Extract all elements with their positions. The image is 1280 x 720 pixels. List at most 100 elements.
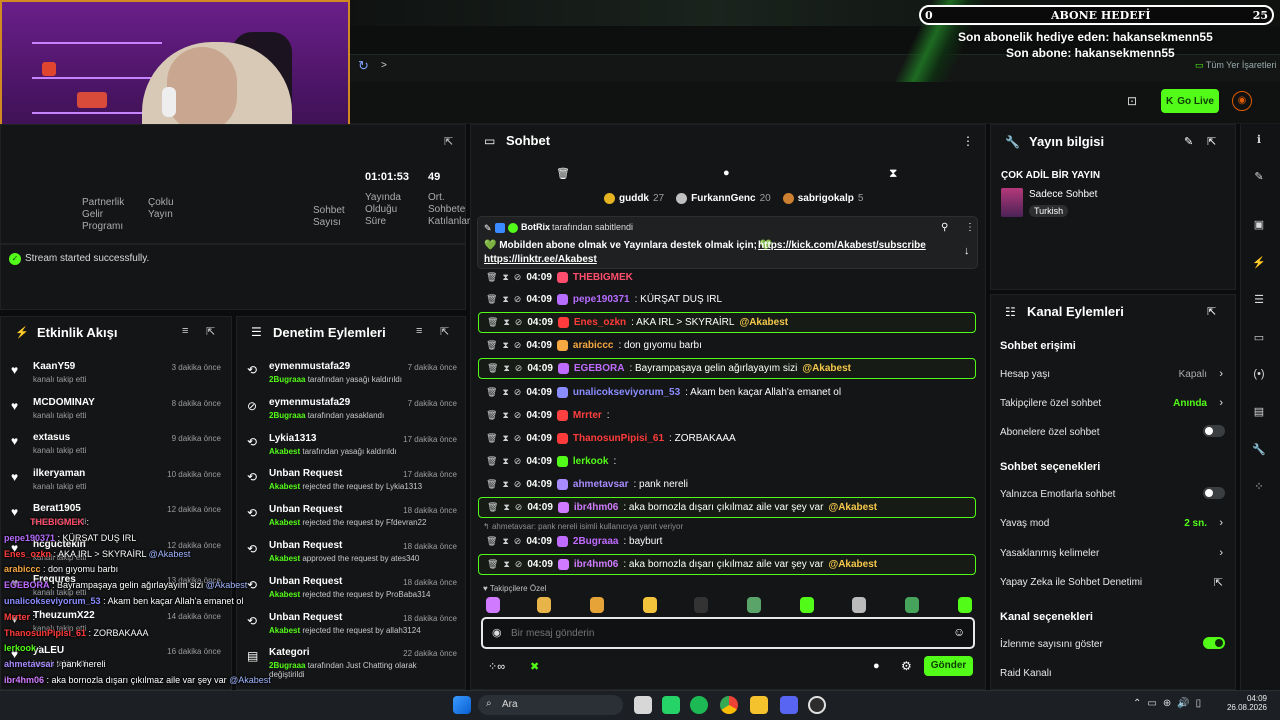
ban-icon[interactable]: ⊘: [514, 340, 522, 351]
chat-message[interactable]: 🗑 ⧗ ⊘ 04:09 ahmetavsar: pank nereli: [478, 474, 976, 495]
whatsapp-icon[interactable]: [662, 696, 680, 714]
ban-icon[interactable]: ⊘: [514, 536, 522, 547]
info-icon[interactable]: ℹ: [1250, 133, 1268, 151]
chevron-right-icon[interactable]: >: [381, 60, 387, 71]
trash-icon[interactable]: 🗑: [486, 456, 497, 467]
pencil-icon[interactable]: ✎: [1250, 170, 1268, 188]
emote-only-setting[interactable]: Yalnızca Emotlarla sohbet: [1000, 487, 1225, 500]
trash-icon[interactable]: 🗑: [486, 340, 497, 351]
viewer-count-toggle[interactable]: [1203, 637, 1225, 649]
popout-icon[interactable]: ⇱: [1207, 135, 1216, 148]
list-item[interactable]: ⟲ Unban Request Akabest rejected the reque…: [237, 612, 467, 648]
timeout-icon[interactable]: ⧗: [502, 479, 508, 490]
panel-icon[interactable]: ▤: [1250, 405, 1268, 423]
list-item[interactable]: ⟲ Lykia1313 Akabest tarafından yasağı kald…: [237, 433, 467, 469]
pinned-message[interactable]: ✎ BotRix tarafından sabitlendi ⚲ ⋮ 💚 Mob…: [477, 216, 978, 269]
ban-icon[interactable]: ⊘: [515, 317, 523, 328]
list-item[interactable]: ⟲ Unban Request Akabest rejected the reque…: [237, 468, 467, 504]
dots-icon[interactable]: ⁘: [1250, 480, 1268, 498]
discord-icon[interactable]: [780, 696, 798, 714]
ban-icon[interactable]: ⊘: [515, 502, 523, 513]
app-icon[interactable]: [808, 696, 826, 714]
ban-icon[interactable]: ⊘: [514, 294, 522, 305]
timeout-icon[interactable]: ⧗: [502, 294, 508, 305]
avatar[interactable]: ◉: [1232, 91, 1252, 111]
emote-icon[interactable]: [800, 597, 814, 613]
hourglass-icon[interactable]: ⧗: [889, 166, 897, 181]
bolt-icon[interactable]: ⚡: [1250, 256, 1268, 274]
task-view-icon[interactable]: [634, 696, 652, 714]
trash-icon[interactable]: 🗑: [486, 479, 497, 490]
chat-message[interactable]: 🗑 ⧗ ⊘ 04:09 ibr4hm06: aka bornozla dışarı çı…: [478, 554, 976, 575]
emote-icon[interactable]: [537, 597, 551, 613]
list-item[interactable]: ♥ KaanY59 kanalı takip etti 3 dakika önce: [1, 361, 231, 397]
banned-words-setting[interactable]: Yasaklanmış kelimeler ›: [1000, 547, 1225, 559]
timeout-icon[interactable]: ⧗: [502, 433, 508, 444]
more-icon[interactable]: ⋮: [962, 134, 974, 148]
popout-icon[interactable]: ⇱: [1207, 305, 1216, 318]
broadcast-icon[interactable]: (•): [1250, 368, 1268, 386]
pinned-link-linktree[interactable]: https://linktr.ee/Akabest: [484, 254, 597, 265]
kick-emote-icon[interactable]: ✖: [530, 660, 539, 673]
infinity-icon[interactable]: ⁘∞: [488, 660, 505, 673]
list-item[interactable]: ♥ extasus kanalı takip etti 9 dakika önce: [1, 432, 231, 468]
list-item[interactable]: ♥ MCDOMINAY kanalı takip etti 8 dakika önce: [1, 397, 231, 433]
chat-message[interactable]: 🗑 ⧗ ⊘ 04:09 unalicokseviyorum_53: Akam ben k…: [478, 382, 976, 403]
emote-icon[interactable]: [694, 597, 708, 613]
ai-moderation-setting[interactable]: Yapay Zeka ile Sohbet Denetimi ⇱: [1000, 577, 1225, 589]
chat-input[interactable]: [511, 624, 931, 642]
timeout-icon[interactable]: ⧗: [502, 456, 508, 467]
chrome-icon[interactable]: [720, 696, 738, 714]
popout-icon[interactable]: ⇱: [440, 325, 449, 338]
ban-icon[interactable]: ⊘: [514, 456, 522, 467]
raid-channel-setting[interactable]: Raid Kanalı: [1000, 668, 1225, 679]
trash-icon[interactable]: 🗑: [486, 294, 497, 305]
windows-start-icon[interactable]: [453, 696, 471, 714]
ban-icon[interactable]: ⊘: [514, 410, 522, 421]
arrow-down-icon[interactable]: ↓: [964, 245, 970, 257]
trash-icon[interactable]: 🗑: [486, 410, 497, 421]
emoji-icon[interactable]: ☺: [953, 625, 965, 639]
spotify-icon[interactable]: [690, 696, 708, 714]
slow-mode-setting[interactable]: Yavaş mod 2 sn. ›: [1000, 517, 1225, 529]
trash-icon[interactable]: 🗑: [486, 536, 497, 547]
pin-toggle-icon[interactable]: ⚲: [941, 222, 948, 233]
wrench-icon[interactable]: 🔧: [1250, 443, 1268, 461]
top-chatter[interactable]: FurkannGenc 20: [676, 193, 771, 204]
chat-message[interactable]: 🗑 ⧗ ⊘ 04:09 arabiccc: don gıyomu barbı: [478, 335, 976, 356]
camera-icon[interactable]: ⊡: [1127, 94, 1137, 108]
trash-icon[interactable]: 🗑: [487, 502, 498, 513]
filter-icon[interactable]: ≡: [416, 325, 422, 337]
trash-icon[interactable]: 🗑: [487, 363, 498, 374]
followers-only-setting[interactable]: Takipçilere özel sohbet Anında ›: [1000, 397, 1225, 409]
bookmarks-label[interactable]: ▭ Tüm Yer İşaretleri: [1195, 60, 1276, 71]
timeout-icon[interactable]: ⧗: [502, 536, 508, 547]
trash-icon[interactable]: 🗑: [487, 317, 498, 328]
trash-icon[interactable]: 🗑: [486, 272, 497, 283]
ban-icon[interactable]: ⊘: [514, 272, 522, 283]
emote-icon[interactable]: [958, 597, 972, 613]
top-chatter[interactable]: guddk 27: [604, 193, 664, 204]
tray-icons[interactable]: ⌃▭⊕🔊▯: [1133, 698, 1207, 709]
list-item[interactable]: ⟲ Unban Request Akabest rejected the reque…: [237, 504, 467, 540]
ban-icon[interactable]: ⊘: [514, 387, 522, 398]
timeout-icon[interactable]: ⧗: [503, 502, 509, 513]
emote-only-toggle[interactable]: [1203, 487, 1225, 499]
timeout-icon[interactable]: ⧗: [502, 387, 508, 398]
chat-message[interactable]: 🗑 ⧗ ⊘ 04:09 THEBIGMEK: [478, 268, 976, 286]
chat-message[interactable]: 🗑 ⧗ ⊘ 04:09 EGEBORA: Bayrampaşaya gelin ağır…: [478, 358, 976, 379]
bubble-icon[interactable]: ●: [723, 167, 730, 179]
list-item[interactable]: ♥ ilkeryaman kanalı takip etti 10 dakika ön…: [1, 468, 231, 504]
chat-message[interactable]: 🗑 ⧗ ⊘ 04:09 ibr4hm06: aka bornozla dışarı çı…: [478, 497, 976, 518]
go-live-button[interactable]: K Go Live: [1161, 89, 1219, 113]
chat-bubble-icon[interactable]: ●: [873, 660, 880, 672]
list-item[interactable]: ⟲ Unban Request Akabest rejected the reque…: [237, 576, 467, 612]
explorer-icon[interactable]: [750, 696, 768, 714]
timeout-icon[interactable]: ⧗: [503, 363, 509, 374]
trash-icon[interactable]: 🗑: [487, 559, 498, 570]
clock[interactable]: 04:09 26.08.2026: [1225, 694, 1267, 712]
popout-icon[interactable]: ⇱: [206, 325, 215, 338]
category-name[interactable]: Sadece Sohbet: [1029, 189, 1097, 200]
list-item[interactable]: ⟲ Unban Request Akabest approved the reque…: [237, 540, 467, 576]
timeout-icon[interactable]: ⧗: [503, 559, 509, 570]
